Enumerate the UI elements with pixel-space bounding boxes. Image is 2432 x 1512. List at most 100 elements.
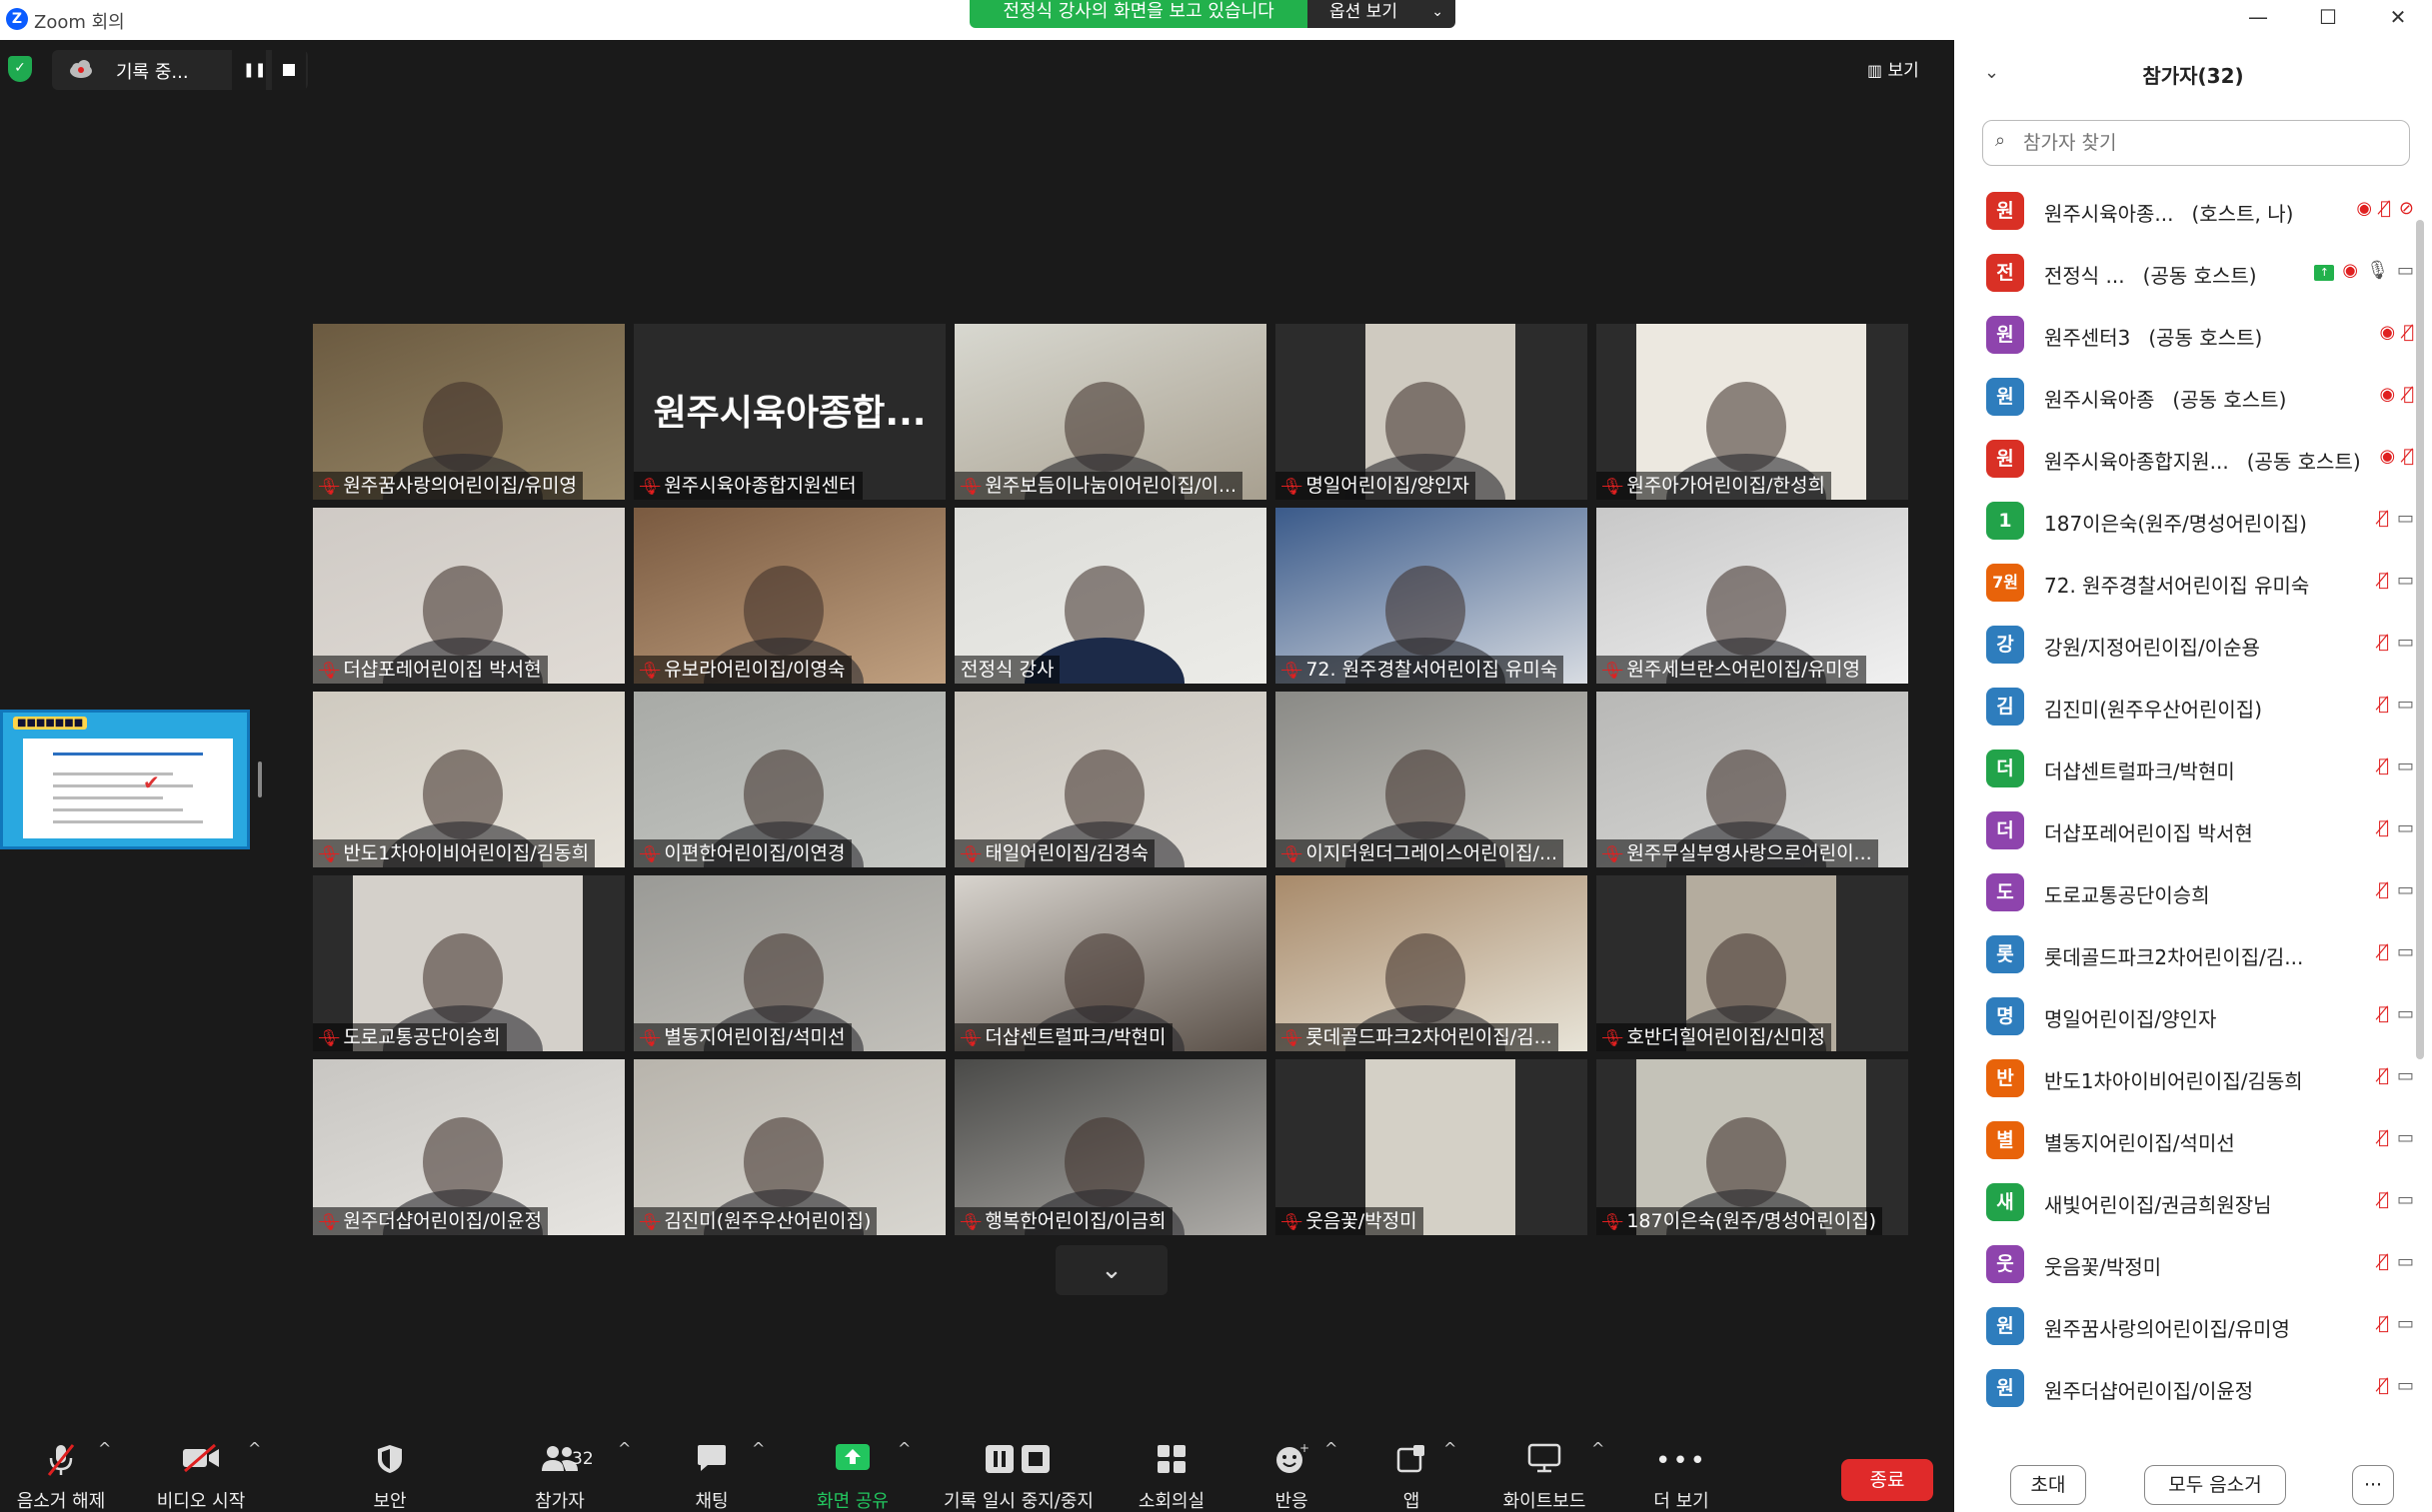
participant-row[interactable]: 전 전정식 ... (공동 호스트) ↑ ◉ 🎙 ▭ xyxy=(1954,242,2414,304)
participant-row[interactable]: 반 반도1차아이비어린이집/김동희 🎙̸ ▭ xyxy=(1954,1047,2414,1109)
video-tile[interactable]: 🎙 롯데골드파크2차어린이집/김... xyxy=(1275,875,1587,1051)
mic-muted-icon: 🎙 xyxy=(961,477,982,496)
participants-options-caret[interactable]: ^ xyxy=(618,1429,638,1512)
participant-row[interactable]: 김 김진미(원주우산어린이집) 🎙̸ ▭ xyxy=(1954,676,2414,738)
start-video-button[interactable]: 비디오 시작 xyxy=(140,1429,262,1512)
video-tile[interactable]: 🎙 원주세브란스어린이집/유미영 xyxy=(1596,508,1908,684)
caret-up-icon: ^ xyxy=(618,1439,632,1458)
participant-row[interactable]: 원 원주꿈사랑의어린이집/유미영 🎙̸ ▭ xyxy=(1954,1295,2414,1357)
video-tile[interactable]: 🎙 이편한어린이집/이연경 xyxy=(634,692,946,867)
tile-participant-name: 행복한어린이집/이금희 xyxy=(985,1210,1167,1232)
participant-row[interactable]: 원 원주센터3 (공동 호스트) ◉ 🎙̸ xyxy=(1954,304,2414,366)
shared-screen-thumbnail[interactable]: ■■■■■■■ ✔ xyxy=(0,710,250,849)
participant-search-input[interactable] xyxy=(2023,127,2393,159)
invite-button[interactable]: 초대 xyxy=(2010,1465,2086,1505)
whiteboard-label: 화이트보드 xyxy=(1502,1491,1586,1512)
reactions-options-caret[interactable]: ^ xyxy=(1324,1429,1344,1512)
participant-row[interactable]: 웃 웃음꽃/박정미 🎙̸ ▭ xyxy=(1954,1233,2414,1295)
participant-row[interactable]: 원 원주시육아종... (호스트, 나) ◉ 🎙̸ ⊘ xyxy=(1954,180,2414,242)
chat-options-caret[interactable]: ^ xyxy=(752,1429,772,1512)
video-tile[interactable]: 🎙 태일어린이집/김경숙 xyxy=(955,692,1266,867)
video-camera-icon: ▭ xyxy=(2396,1127,2414,1148)
video-tile[interactable]: 🎙 이지더원더그레이스어린이집/... xyxy=(1275,692,1587,867)
video-tile[interactable]: 🎙 김진미(원주우산어린이집) xyxy=(634,1059,946,1235)
encryption-shield-icon[interactable]: ✓ xyxy=(8,56,32,82)
video-tile[interactable]: 원주시육아종합... 🎙 원주시육아종합지원센터 xyxy=(634,324,946,500)
security-button[interactable]: 보안 xyxy=(340,1429,440,1512)
participant-row[interactable]: 도 도로교통공단이승희 🎙̸ ▭ xyxy=(1954,861,2414,923)
whiteboard-options-caret[interactable]: ^ xyxy=(1591,1429,1611,1512)
video-tile[interactable]: 🎙 도로교통공단이승희 xyxy=(313,875,625,1051)
participant-row[interactable]: 1 187이은숙(원주/명성어린이집) 🎙̸ ▭ xyxy=(1954,490,2414,552)
video-tile[interactable]: 🎙 원주아가어린이집/한성희 xyxy=(1596,324,1908,500)
more-button[interactable]: ••• 더 보기 xyxy=(1631,1429,1731,1512)
thumbnail-resize-handle[interactable] xyxy=(258,761,262,797)
audio-options-caret[interactable]: ^ xyxy=(98,1429,118,1512)
participant-row[interactable]: 원 원주시육아종 (공동 호스트) ◉ 🎙̸ xyxy=(1954,366,2414,428)
end-meeting-button[interactable]: 종료 xyxy=(1841,1459,1933,1501)
participant-name-text: 더샵센트럴파크/박현미 xyxy=(2044,759,2235,783)
video-camera-icon: ▭ xyxy=(2396,1313,2414,1334)
caret-up-icon: ^ xyxy=(1443,1439,1457,1458)
stop-recording-button[interactable] xyxy=(272,50,306,90)
participant-row[interactable]: 새 새빛어린이집/권금희원장님 🎙̸ ▭ xyxy=(1954,1171,2414,1233)
video-tile[interactable]: 🎙 명일어린이집/양인자 xyxy=(1275,324,1587,500)
tile-name-label: 전정식 강사 xyxy=(955,656,1061,684)
whiteboard-button[interactable]: 화이트보드 xyxy=(1489,1429,1599,1512)
participant-list-scrollbar[interactable] xyxy=(2416,220,2424,1059)
recording-icon: ◉ xyxy=(2379,322,2396,343)
video-tile[interactable]: 🎙 반도1차아이비어린이집/김동희 xyxy=(313,692,625,867)
close-button[interactable]: ✕ xyxy=(2363,0,2432,36)
video-tile[interactable]: 🎙 187이은숙(원주/명성어린이집) xyxy=(1596,1059,1908,1235)
maximize-button[interactable]: ☐ xyxy=(2293,0,2363,36)
video-tile[interactable]: 🎙 72. 원주경찰서어린이집 유미숙 xyxy=(1275,508,1587,684)
video-tile[interactable]: 🎙 더샵포레어린이집 박서현 xyxy=(313,508,625,684)
participant-row[interactable]: 7원 72. 원주경찰서어린이집 유미숙 🎙̸ ▭ xyxy=(1954,552,2414,614)
participant-status-icons: 🎙̸ ▭ xyxy=(2304,1065,2414,1086)
video-tile[interactable]: 🎙 행복한어린이집/이금희 xyxy=(955,1059,1266,1235)
video-tile[interactable]: 전정식 강사 xyxy=(955,508,1266,684)
recording-icon: ◉ xyxy=(2356,198,2373,219)
mute-all-button[interactable]: 모두 음소거 xyxy=(2144,1465,2286,1505)
view-layout-button[interactable]: ▥ 보기 xyxy=(1867,56,1939,84)
share-screen-button[interactable]: 화면 공유 xyxy=(800,1429,906,1512)
share-options-caret[interactable]: ^ xyxy=(898,1429,918,1512)
video-tile[interactable]: 🎙 더샵센트럴파크/박현미 xyxy=(955,875,1266,1051)
video-tile[interactable]: 🎙 원주더샵어린이집/이윤정 xyxy=(313,1059,625,1235)
participant-row[interactable]: 별 별동지어린이집/석미선 🎙̸ ▭ xyxy=(1954,1109,2414,1171)
participants-button[interactable]: 32 참가자 xyxy=(500,1429,620,1512)
breakout-rooms-button[interactable]: 소회의실 xyxy=(1122,1429,1221,1512)
panel-more-button[interactable]: ··· xyxy=(2352,1465,2394,1505)
chat-button[interactable]: 채팅 xyxy=(662,1429,762,1512)
minimize-button[interactable]: — xyxy=(2223,0,2293,36)
participant-row[interactable]: 강 강원/지정어린이집/이순용 🎙̸ ▭ xyxy=(1954,614,2414,676)
video-tile[interactable]: 🎙 원주보듬이나눔이어린이집/이... xyxy=(955,324,1266,500)
tile-participant-name: 더샵센트럴파크/박현미 xyxy=(985,1026,1167,1048)
pause-recording-button[interactable]: ❚❚ xyxy=(232,50,266,90)
participant-row[interactable]: 더 더샵센트럴파크/박현미 🎙̸ ▭ xyxy=(1954,738,2414,799)
participant-row[interactable]: 롯 롯데골드파크2차어린이집/김... 🎙̸ ▭ xyxy=(1954,923,2414,985)
video-tile[interactable]: 🎙 호반더힐어린이집/신미정 xyxy=(1596,875,1908,1051)
participant-search-box[interactable]: ⌕ xyxy=(1982,120,2410,166)
video-options-caret[interactable]: ^ xyxy=(248,1429,268,1512)
participant-row[interactable]: 원원주무실부영사랑으로어린이...🎙̸▭ xyxy=(1954,1419,2414,1429)
next-page-chevron-icon[interactable]: ⌄ xyxy=(1056,1245,1168,1295)
video-tile[interactable]: 🎙 별동지어린이집/석미선 xyxy=(634,875,946,1051)
participant-name-text: 원주더샵어린이집/이윤정 xyxy=(2044,1379,2254,1403)
recording-icon: ◉ xyxy=(2379,446,2396,467)
participant-row[interactable]: 원 원주더샵어린이집/이윤정 🎙̸ ▭ xyxy=(1954,1357,2414,1419)
participant-row[interactable]: 원 원주시육아종합지원... (공동 호스트) ◉ 🎙̸ xyxy=(1954,428,2414,490)
caret-up-icon: ^ xyxy=(752,1439,766,1458)
video-tile[interactable]: 🎙 원주꿈사랑의어린이집/유미영 xyxy=(313,324,625,500)
video-camera-icon: ▭ xyxy=(2396,632,2414,653)
apps-options-caret[interactable]: ^ xyxy=(1443,1429,1463,1512)
record-pause-stop-button[interactable]: 기록 일시 중지/중지 xyxy=(934,1429,1104,1512)
view-options-button[interactable]: 옵션 보기 ⌄ xyxy=(1307,0,1455,28)
tile-participant-name: 이편한어린이집/이연경 xyxy=(664,842,846,864)
tile-participant-name: 원주시육아종합지원센터 xyxy=(664,475,857,497)
video-tile[interactable]: 🎙 웃음꽃/박정미 xyxy=(1275,1059,1587,1235)
video-tile[interactable]: 🎙 유보라어린이집/이영숙 xyxy=(634,508,946,684)
participant-row[interactable]: 명 명일어린이집/양인자 🎙̸ ▭ xyxy=(1954,985,2414,1047)
video-tile[interactable]: 🎙 원주무실부영사랑으로어린이... xyxy=(1596,692,1908,867)
participant-row[interactable]: 더 더샵포레어린이집 박서현 🎙̸ ▭ xyxy=(1954,799,2414,861)
